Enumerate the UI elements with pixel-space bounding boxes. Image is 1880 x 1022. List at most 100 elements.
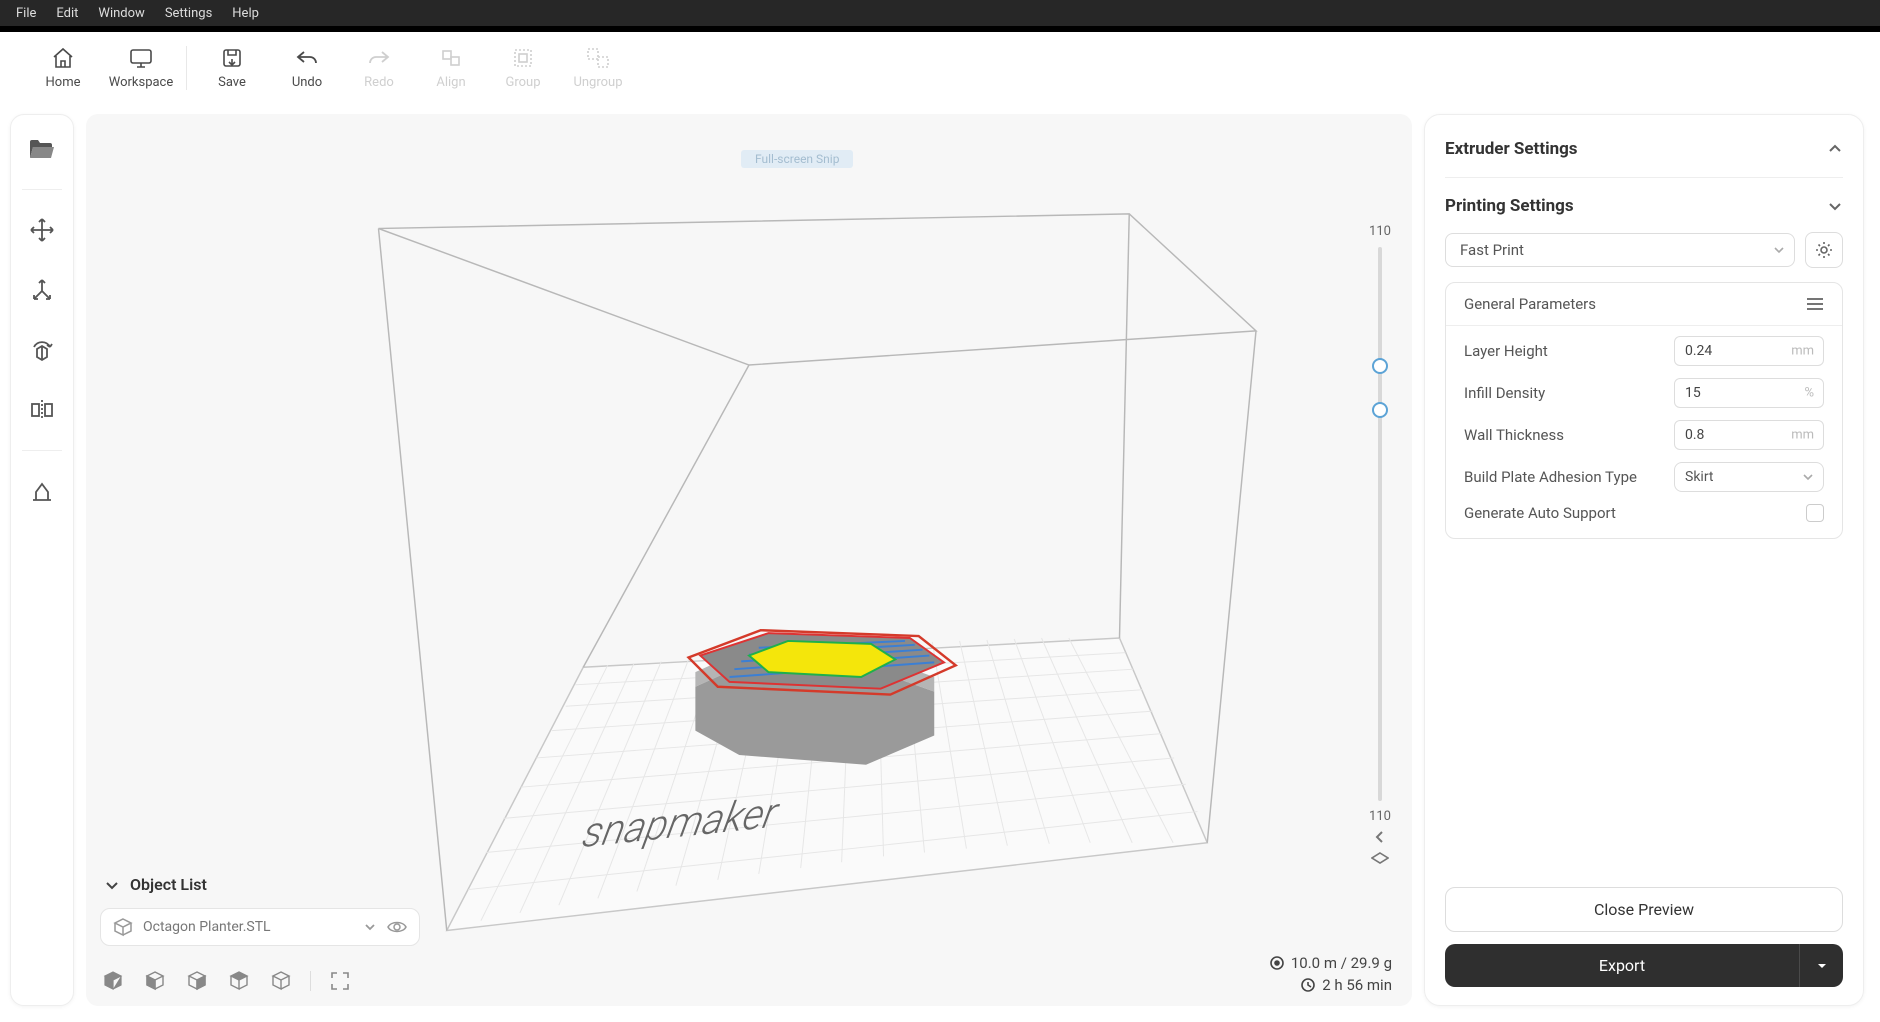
menu-edit[interactable]: Edit [46,3,88,24]
infill-density-unit: % [1804,386,1814,401]
3d-viewport[interactable]: snapmaker [86,114,1412,1006]
printing-settings-title: Printing Settings [1445,196,1574,216]
redo-label: Redo [364,75,394,90]
infill-density-input[interactable] [1674,378,1824,408]
menu-file[interactable]: File [6,3,46,24]
align-button[interactable]: Align [415,38,487,98]
move-tool[interactable] [22,210,62,250]
home-icon [51,45,75,71]
general-parameters-header[interactable]: General Parameters [1446,283,1842,326]
layer-height-label: Layer Height [1464,342,1548,360]
view-front[interactable] [142,968,168,994]
layer-slider: 110 110 [1366,224,1394,866]
profile-row: Fast Print [1445,232,1843,268]
clock-icon [1300,977,1316,993]
profile-settings-button[interactable] [1805,232,1843,268]
mirror-icon [29,397,55,423]
move-icon [29,217,55,243]
object-list-header[interactable]: Object List [100,869,420,908]
group-button[interactable]: Group [487,38,559,98]
workspace-icon [128,45,154,71]
export-button[interactable]: Export [1445,944,1799,987]
view-icons-row [100,968,353,994]
caret-down-icon [1816,960,1828,972]
menubar: File Edit Window Settings Help [0,0,1880,26]
object-name: Octagon Planter.STL [143,919,271,935]
object-list-panel: Object List Octagon Planter.STL [100,869,420,946]
slider-handle-bottom[interactable] [1372,402,1388,418]
panel-divider-1 [1445,177,1843,178]
profile-select-wrap: Fast Print [1445,233,1795,267]
slider-view-toggle[interactable] [1371,850,1389,866]
slider-collapse-button[interactable] [1373,824,1387,850]
eye-icon[interactable] [387,919,407,935]
ungroup-button[interactable]: Ungroup [559,38,637,98]
align-label: Align [436,75,465,90]
chevron-down-icon [104,877,120,893]
slider-handle-top[interactable] [1372,358,1388,374]
slider-track[interactable] [1378,247,1382,801]
export-button-group: Export [1445,944,1843,987]
adhesion-type-label: Build Plate Adhesion Type [1464,468,1637,486]
main-region: snapmaker [0,104,1880,1022]
view-separator [310,971,311,991]
scale-icon [29,277,55,303]
folder-open-icon [28,137,56,161]
mirror-tool[interactable] [22,390,62,430]
wall-thickness-label: Wall Thickness [1464,426,1564,444]
home-button[interactable]: Home [24,38,102,98]
close-preview-button[interactable]: Close Preview [1445,887,1843,932]
filament-icon [1269,955,1285,971]
save-button[interactable]: Save [193,38,271,98]
object-list-title: Object List [130,875,207,894]
gear-icon [1814,240,1834,260]
support-icon [29,478,55,504]
undo-label: Undo [292,75,322,90]
view-left[interactable] [184,968,210,994]
auto-support-row: Generate Auto Support [1464,504,1824,522]
extruder-settings-header[interactable]: Extruder Settings [1445,133,1843,165]
rotate-icon [29,337,55,363]
view-bottom[interactable] [268,968,294,994]
infill-density-label: Infill Density [1464,384,1545,402]
snip-badge: Full-screen Snip [741,150,853,168]
adhesion-type-select[interactable]: Skirt [1674,462,1824,492]
align-icon [440,45,462,71]
undo-button[interactable]: Undo [271,38,343,98]
object-row[interactable]: Octagon Planter.STL [100,908,420,946]
redo-button[interactable]: Redo [343,38,415,98]
menu-settings[interactable]: Settings [155,3,222,24]
wall-thickness-row: Wall Thickness mm [1464,420,1824,450]
view-top[interactable] [226,968,252,994]
main-toolbar: Home Workspace Save Undo Redo Align [0,32,1880,104]
slider-top-label: 110 [1369,224,1391,239]
printing-settings-header[interactable]: Printing Settings [1445,190,1843,222]
adhesion-type-row: Build Plate Adhesion Type Skirt [1464,462,1824,492]
view-iso[interactable] [100,968,126,994]
rotate-tool[interactable] [22,330,62,370]
save-label: Save [218,75,246,90]
left-tool-strip [10,114,74,1006]
caret-down-icon[interactable] [363,920,377,934]
home-label: Home [46,75,81,90]
workspace-button[interactable]: Workspace [102,38,180,98]
profile-select[interactable]: Fast Print [1445,233,1795,267]
workspace-label: Workspace [109,75,174,90]
toolbar-divider-1 [186,46,187,90]
menu-window[interactable]: Window [88,3,154,24]
cube-icon [113,917,133,937]
group-label: Group [505,75,540,90]
slider-bottom-label: 110 [1369,809,1391,824]
export-dropdown-button[interactable] [1799,944,1843,987]
scale-tool[interactable] [22,270,62,310]
support-tool[interactable] [22,471,62,511]
print-stats: 10.0 m / 29.9 g 2 h 56 min [1269,954,1392,994]
open-file-button[interactable] [22,129,62,169]
layer-height-row: Layer Height mm [1464,336,1824,366]
menu-icon[interactable] [1806,297,1824,311]
fit-view[interactable] [327,968,353,994]
menu-help[interactable]: Help [222,3,269,24]
wall-thickness-unit: mm [1791,428,1814,443]
auto-support-checkbox[interactable] [1806,504,1824,522]
ungroup-label: Ungroup [573,75,622,90]
